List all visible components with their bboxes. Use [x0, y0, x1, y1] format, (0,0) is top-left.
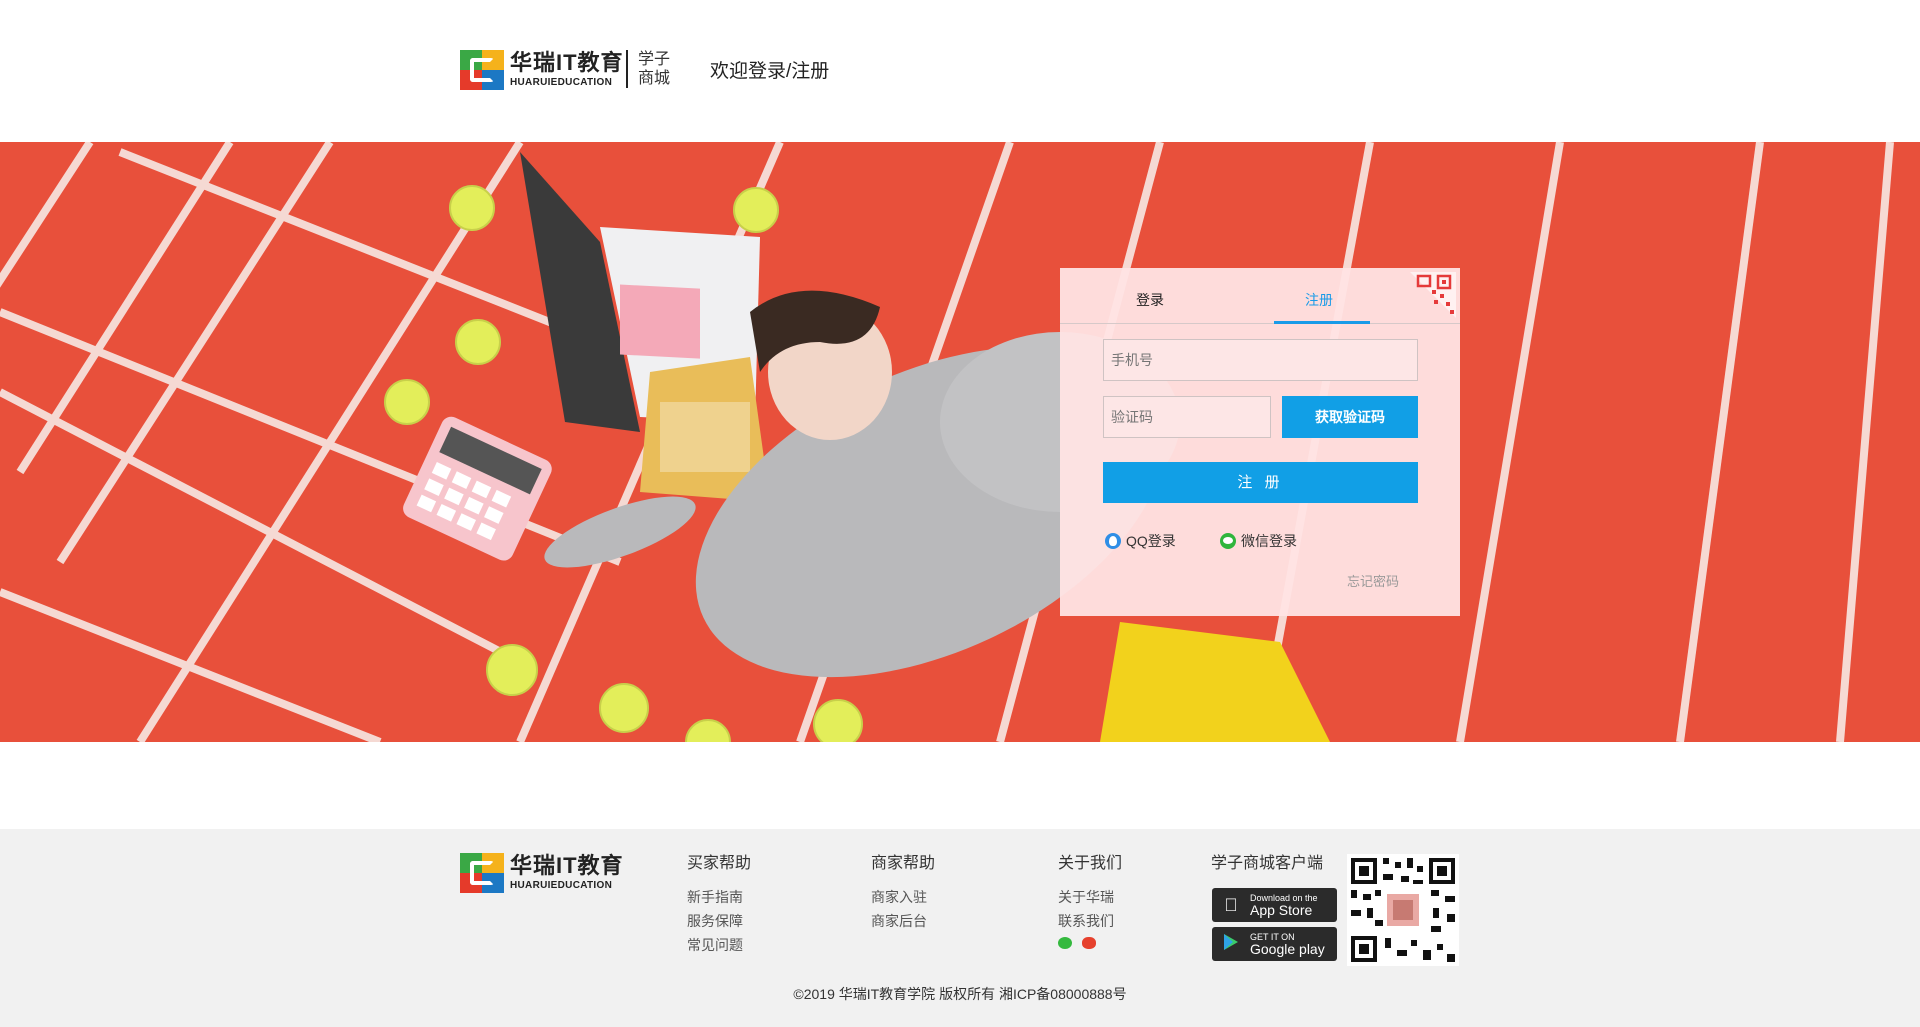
wechat-icon[interactable] — [1058, 937, 1072, 949]
google-play-icon — [1220, 933, 1242, 955]
site-header: 华瑞IT教育 HUARUIEDUCATION 学子 商城 欢迎登录/注册 — [0, 0, 1920, 142]
site-logo[interactable]: 华瑞IT教育 HUARUIEDUCATION — [460, 50, 624, 90]
app-store-button[interactable]:  Download on the App Store — [1212, 888, 1337, 922]
store-name: 学子 商城 — [638, 50, 670, 88]
phone-input[interactable] — [1103, 339, 1418, 381]
footer-col-title: 商家帮助 — [871, 855, 936, 872]
qq-login-label: QQ登录 — [1126, 533, 1176, 549]
auth-tabs: 登录 注册 — [1060, 268, 1460, 324]
banner-illustration — [0, 142, 1920, 742]
tab-login[interactable]: 登录 — [1136, 290, 1164, 310]
hero-banner: 登录 注册 获取验证码 注 册 QQ登录 — [0, 142, 1920, 742]
footer-logo-subtitle: HUARUIEDUCATION — [510, 880, 613, 891]
google-play-big: Google play — [1250, 940, 1325, 957]
google-play-button[interactable]: GET IT ON Google play — [1212, 927, 1337, 961]
social-icons — [1058, 937, 1122, 949]
apple-icon:  — [1220, 895, 1242, 916]
footer-col-about: 关于我们 关于华瑞 联系我们 — [1058, 849, 1122, 949]
copyright-text: ©2019 华瑞IT教育学院 版权所有 湘ICP备08000888号 — [793, 986, 1127, 1002]
qq-login-link[interactable]: QQ登录 — [1105, 531, 1176, 551]
footer-link[interactable]: 商家后台 — [871, 909, 935, 933]
footer-link[interactable]: 新手指南 — [687, 885, 751, 909]
footer-link[interactable]: 关于华瑞 — [1058, 885, 1122, 909]
footer-logo[interactable]: 华瑞IT教育 HUARUIEDUCATION — [460, 853, 624, 893]
footer-col-title: 学子商城客户端 — [1211, 855, 1324, 872]
logo-mark-icon — [460, 853, 504, 893]
footer-col-title: 关于我们 — [1058, 855, 1123, 872]
logo-title: 华瑞IT教育 — [510, 50, 624, 75]
forgot-password-link[interactable]: 忘记密码 — [1347, 571, 1399, 590]
app-download-qr-code — [1347, 854, 1459, 966]
footer-logo-title: 华瑞IT教育 — [510, 853, 624, 878]
footer-col-seller-help: 商家帮助 商家入驻 商家后台 — [871, 849, 935, 933]
qq-icon — [1105, 533, 1121, 549]
app-store-small: Download on the — [1250, 892, 1318, 903]
tab-register[interactable]: 注册 — [1305, 290, 1333, 310]
get-code-button[interactable]: 获取验证码 — [1282, 396, 1418, 438]
header-divider — [626, 50, 628, 88]
wechat-icon — [1220, 533, 1236, 549]
verification-code-input[interactable] — [1103, 396, 1271, 438]
wechat-login-label: 微信登录 — [1241, 533, 1297, 549]
footer-link[interactable]: 常见问题 — [687, 933, 751, 957]
store-name-line1: 学子 — [638, 51, 671, 68]
welcome-text: 欢迎登录/注册 — [710, 61, 830, 82]
active-tab-indicator — [1274, 321, 1370, 324]
site-footer: 华瑞IT教育 HUARUIEDUCATION 买家帮助 新手指南 服务保障 常见… — [0, 829, 1920, 1027]
wechat-login-link[interactable]: 微信登录 — [1220, 531, 1297, 551]
footer-col-title: 买家帮助 — [687, 855, 752, 872]
app-store-big: App Store — [1250, 901, 1313, 918]
store-name-line2: 商城 — [638, 70, 671, 87]
footer-col-buyer-help: 买家帮助 新手指南 服务保障 常见问题 — [687, 849, 751, 957]
footer-link[interactable]: 商家入驻 — [871, 885, 935, 909]
qr-login-toggle-icon[interactable] — [1410, 272, 1456, 318]
logo-mark-icon — [460, 50, 504, 90]
footer-col-app: 学子商城客户端 — [1211, 849, 1323, 885]
google-play-small: GET IT ON — [1250, 931, 1295, 942]
logo-subtitle: HUARUIEDUCATION — [510, 77, 613, 88]
footer-link[interactable]: 服务保障 — [687, 909, 751, 933]
weibo-icon[interactable] — [1082, 937, 1096, 949]
register-panel: 登录 注册 获取验证码 注 册 QQ登录 — [1060, 268, 1460, 616]
register-button[interactable]: 注 册 — [1103, 462, 1418, 503]
footer-link[interactable]: 联系我们 — [1058, 909, 1122, 933]
